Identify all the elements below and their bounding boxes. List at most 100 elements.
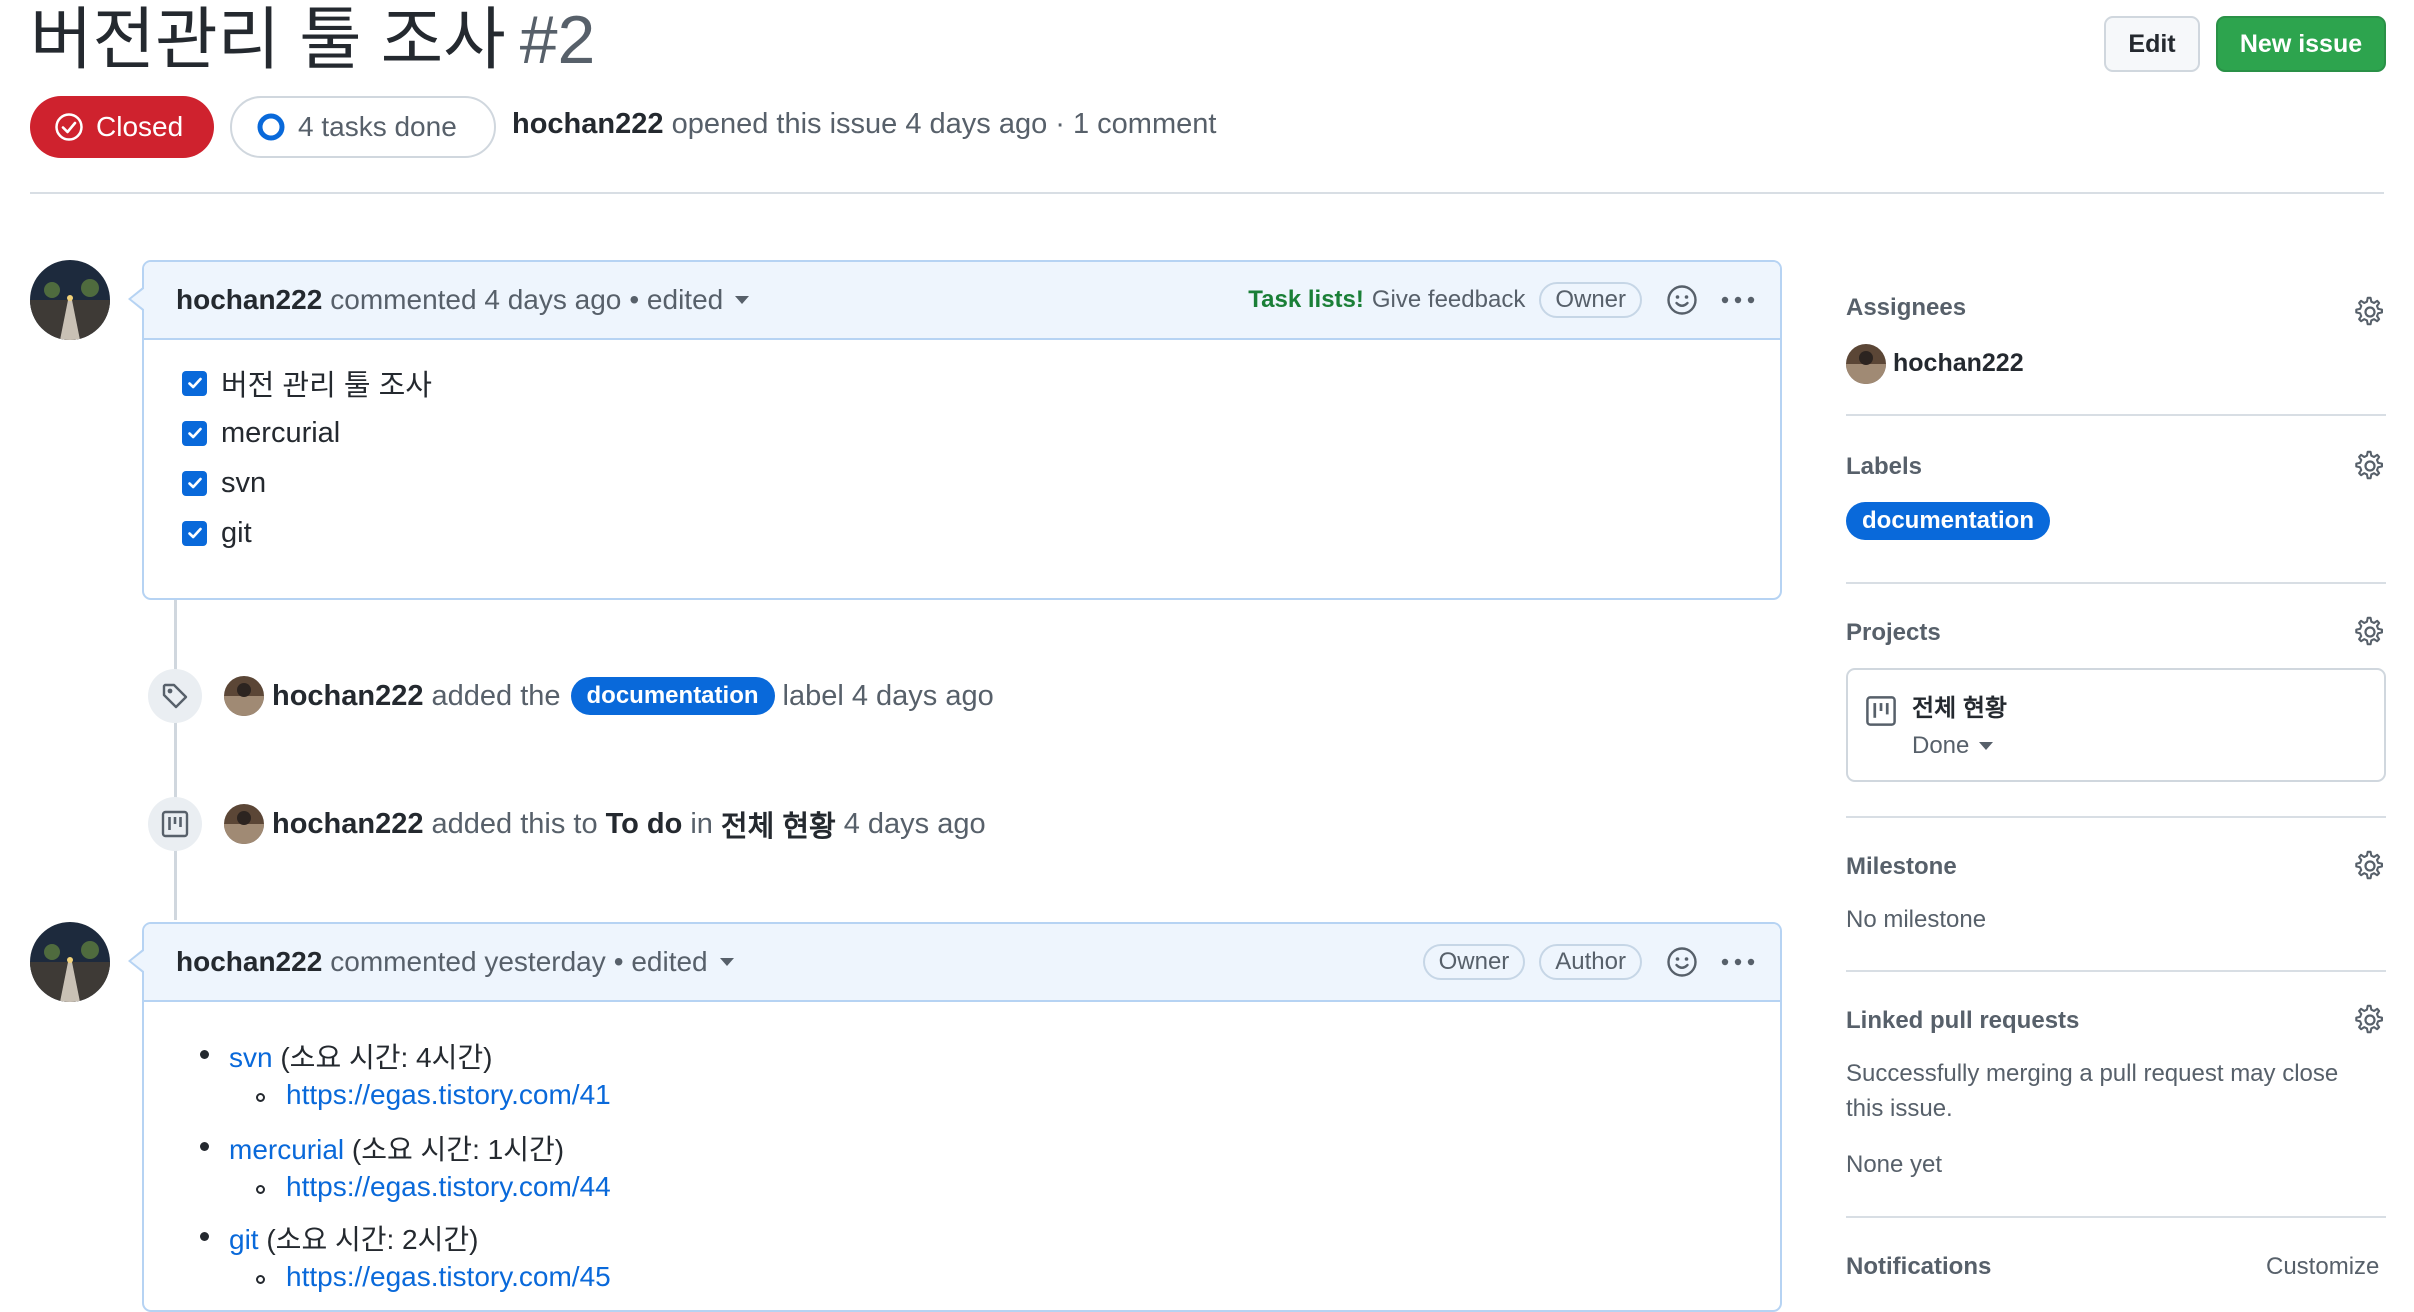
timeline-line <box>174 600 177 920</box>
projects-heading[interactable]: Projects <box>1846 619 1941 647</box>
sidebar-divider <box>1846 970 2386 972</box>
list-item-link[interactable]: svn <box>229 1042 273 1073</box>
list-subitem: https://egas.tistory.com/45 <box>286 1261 611 1293</box>
task-item: svn <box>182 458 1780 508</box>
task-item: git <box>182 508 1780 558</box>
more-options-icon[interactable] <box>1720 295 1756 305</box>
list-item-time: (소요 시간: 2시간) <box>266 1224 479 1255</box>
edited-label[interactable]: • edited <box>629 284 723 316</box>
tasks-progress-label: 4 tasks done <box>298 111 457 142</box>
milestone-gear-icon[interactable] <box>2354 850 2386 882</box>
event-actor[interactable]: hochan222 <box>272 808 424 841</box>
event-text: in <box>690 807 713 840</box>
more-options-icon[interactable] <box>1720 957 1756 967</box>
customize-link[interactable]: Customize <box>2266 1253 2379 1281</box>
comment-timestamp[interactable]: commented 4 days ago <box>330 284 621 316</box>
author-badge: Author <box>1539 944 1642 980</box>
issue-meta: hochan222 opened this issue 4 days ago ·… <box>512 108 1216 141</box>
bullet-dot <box>200 1232 209 1241</box>
new-issue-button[interactable]: New issue <box>2216 16 2386 72</box>
task-list: 버전 관리 툴 조사 mercurial svn git <box>144 340 1780 558</box>
comment-box: hochan222 commented 4 days ago • edited … <box>128 260 1782 600</box>
project-name[interactable]: 전체 현황 <box>1912 688 2007 723</box>
task-label: git <box>221 516 252 549</box>
comment-author[interactable]: hochan222 <box>176 284 322 316</box>
sidebar-divider <box>1846 1216 2386 1218</box>
project-card[interactable]: 전체 현황 Done <box>1846 668 2386 782</box>
emoji-reaction-icon[interactable] <box>1666 284 1698 316</box>
comment-header: hochan222 commented 4 days ago • edited … <box>144 262 1780 340</box>
task-item: mercurial <box>182 408 1780 458</box>
sidebar-divider <box>1846 414 2386 416</box>
comment-header: hochan222 commented yesterday • edited O… <box>144 924 1780 1002</box>
label-documentation[interactable]: documentation <box>570 677 775 715</box>
labels-gear-icon[interactable] <box>2354 450 2386 482</box>
project-link[interactable]: 전체 현황 <box>721 803 836 845</box>
issue-title-text: 버전관리 툴 조사 <box>30 2 506 78</box>
owner-badge: Owner <box>1539 282 1642 318</box>
edit-button[interactable]: Edit <box>2104 16 2200 72</box>
closed-check-icon <box>54 112 84 142</box>
assignee-name[interactable]: hochan222 <box>1893 349 2024 378</box>
checkbox-checked[interactable] <box>182 420 207 446</box>
url-link[interactable]: https://egas.tistory.com/44 <box>286 1171 611 1202</box>
checkbox-checked[interactable] <box>182 520 207 546</box>
avatar[interactable] <box>224 804 264 844</box>
issue-author-link[interactable]: hochan222 <box>512 108 664 140</box>
avatar[interactable] <box>30 922 110 1002</box>
avatar[interactable] <box>30 260 110 340</box>
event-text[interactable]: 4 days ago <box>844 808 986 841</box>
project-status: Done <box>1912 732 1970 759</box>
comment-author[interactable]: hochan222 <box>176 946 322 978</box>
comment-box: hochan222 commented yesterday • edited O… <box>128 922 1782 1312</box>
notifications-heading: Notifications <box>1846 1253 1992 1280</box>
tasks-progress-badge[interactable]: 4 tasks done <box>230 96 496 158</box>
list-item-time: (소요 시간: 1시간) <box>351 1134 565 1165</box>
bullet-dot <box>200 1142 209 1151</box>
comment-timestamp[interactable]: commented yesterday <box>330 946 605 978</box>
url-link[interactable]: https://egas.tistory.com/45 <box>286 1261 611 1292</box>
bullet-dot <box>200 1050 209 1059</box>
bullet-circle <box>256 1275 265 1284</box>
linked-prs-gear-icon[interactable] <box>2354 1004 2386 1036</box>
owner-badge: Owner <box>1422 944 1526 980</box>
avatar[interactable] <box>1846 344 1886 384</box>
sidebar-divider <box>1846 816 2386 818</box>
assignees-heading[interactable]: Assignees <box>1846 294 1966 322</box>
checkbox-checked[interactable] <box>182 370 207 396</box>
edited-dropdown-icon[interactable] <box>735 296 750 304</box>
project-icon <box>148 797 202 851</box>
tag-icon <box>148 669 202 723</box>
linked-prs-value: None yet <box>1846 1151 1943 1178</box>
emoji-reaction-icon[interactable] <box>1666 946 1698 978</box>
label-documentation[interactable]: documentation <box>1846 502 2050 540</box>
checkbox-checked[interactable] <box>182 470 207 496</box>
linked-prs-heading[interactable]: Linked pull requests <box>1846 1007 2079 1035</box>
list-subitem: https://egas.tistory.com/41 <box>286 1079 611 1111</box>
task-label: svn <box>221 466 267 499</box>
projects-gear-icon[interactable] <box>2354 616 2386 648</box>
issue-title: 버전관리 툴 조사 #2 <box>30 2 595 78</box>
timeline-event-label: hochan222 added the documentation label … <box>148 669 994 723</box>
event-text[interactable]: label 4 days ago <box>783 680 994 713</box>
list-item: svn (소요 시간: 4시간) <box>229 1036 492 1076</box>
milestone-value: No milestone <box>1846 906 1987 933</box>
feedback-link[interactable]: Give feedback <box>1372 286 1525 314</box>
event-text: added the <box>431 679 561 712</box>
project-status-dropdown[interactable]: Done <box>1912 732 1994 760</box>
milestone-heading[interactable]: Milestone <box>1846 853 1957 881</box>
task-lists-link[interactable]: Task lists! <box>1248 286 1364 314</box>
edited-label[interactable]: • edited <box>614 946 708 978</box>
list-item: git (소요 시간: 2시간) <box>229 1218 478 1258</box>
event-actor[interactable]: hochan222 <box>272 680 424 713</box>
labels-heading[interactable]: Labels <box>1846 453 1922 481</box>
issue-meta-text: opened this issue 4 days ago · 1 comment <box>671 108 1217 140</box>
list-item-link[interactable]: mercurial <box>229 1134 344 1165</box>
avatar[interactable] <box>224 676 264 716</box>
url-link[interactable]: https://egas.tistory.com/41 <box>286 1079 611 1110</box>
project-column: To do <box>605 807 683 840</box>
edited-dropdown-icon[interactable] <box>719 958 734 966</box>
assignees-gear-icon[interactable] <box>2354 296 2386 328</box>
task-label: mercurial <box>221 416 341 449</box>
list-item-link[interactable]: git <box>229 1224 259 1255</box>
